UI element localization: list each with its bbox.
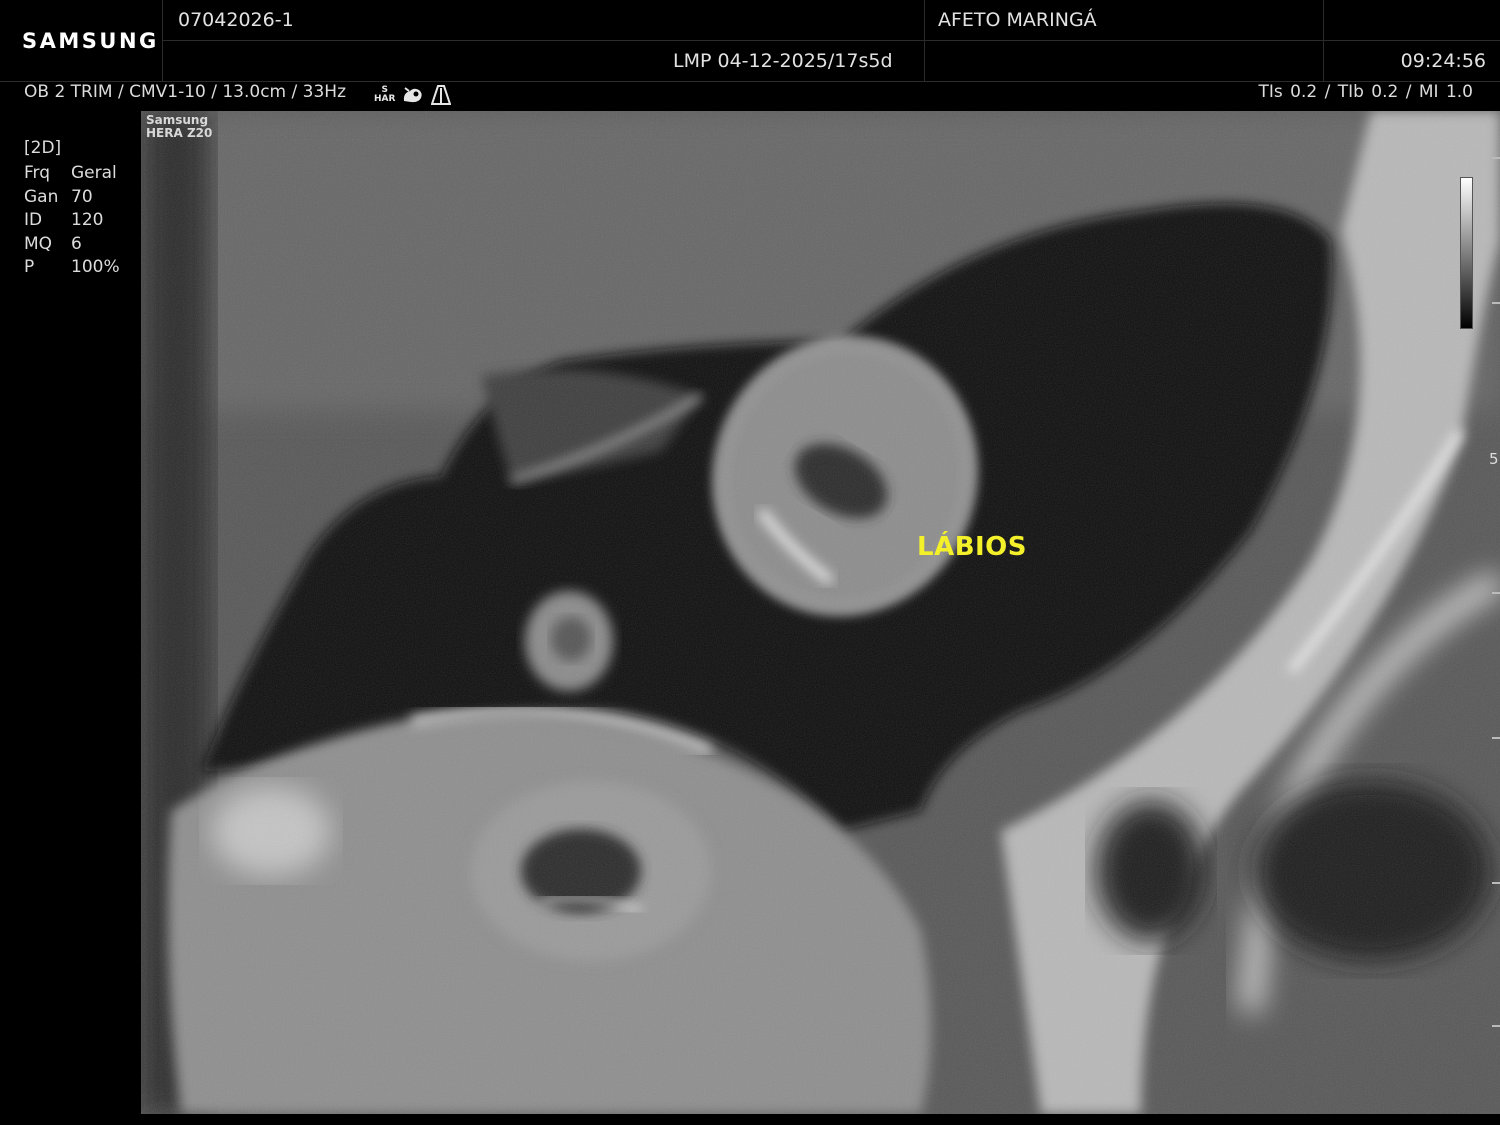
safety-indices: TIs 0.2 / TIb 0.2 / MI 1.0 (1258, 82, 1473, 102)
header-divider (162, 40, 1500, 41)
institution-name: AFETO MARINGÁ (938, 9, 1097, 31)
fetus-icon (404, 87, 423, 103)
ultrasound-scan (141, 111, 1500, 1114)
depth-tick (1492, 302, 1500, 304)
parameter-panel: Frq Geral Gan 70 ID 120 MQ 6 P 100% (24, 163, 120, 281)
param-row: ID 120 (24, 210, 104, 230)
status-icons: S HAR (374, 84, 452, 106)
param-row: Frq Geral (24, 163, 117, 183)
info-bar: OB 2 TRIM / CMV1-10 / 13.0cm / 33Hz S HA… (0, 82, 1500, 110)
param-row: Gan 70 (24, 186, 93, 207)
ultrasound-screen: SAMSUNG 07042026-1 AFETO MARINGÁ LMP 04-… (0, 0, 1500, 1125)
depth-tick (1492, 882, 1500, 884)
ultrasound-image[interactable] (141, 111, 1500, 1114)
clock: 09:24:56 (1400, 50, 1486, 72)
param-row: P 100% (24, 257, 120, 277)
lmp-info: LMP 04-12-2025/17s5d (673, 50, 893, 72)
annotation-label[interactable]: LÁBIOS (917, 532, 1027, 562)
depth-tick (1492, 157, 1500, 159)
har-icon: S HAR (374, 85, 396, 104)
header: SAMSUNG 07042026-1 AFETO MARINGÁ LMP 04-… (0, 0, 1500, 82)
param-row: MQ 6 (24, 233, 82, 254)
imaging-mode: [2D] (24, 138, 62, 158)
depth-marker: 5 (1489, 450, 1499, 468)
depth-tick (1492, 737, 1500, 739)
brand-logo: SAMSUNG (22, 29, 159, 53)
device-label: Samsung HERA Z20 (146, 113, 213, 140)
preset-info[interactable]: OB 2 TRIM / CMV1-10 / 13.0cm / 33Hz (24, 82, 346, 102)
grayscale-bar (1460, 177, 1473, 329)
depth-tick (1492, 1025, 1500, 1027)
patient-id[interactable]: 07042026-1 (178, 9, 294, 31)
probe-icon (431, 85, 452, 105)
depth-tick (1492, 592, 1500, 594)
